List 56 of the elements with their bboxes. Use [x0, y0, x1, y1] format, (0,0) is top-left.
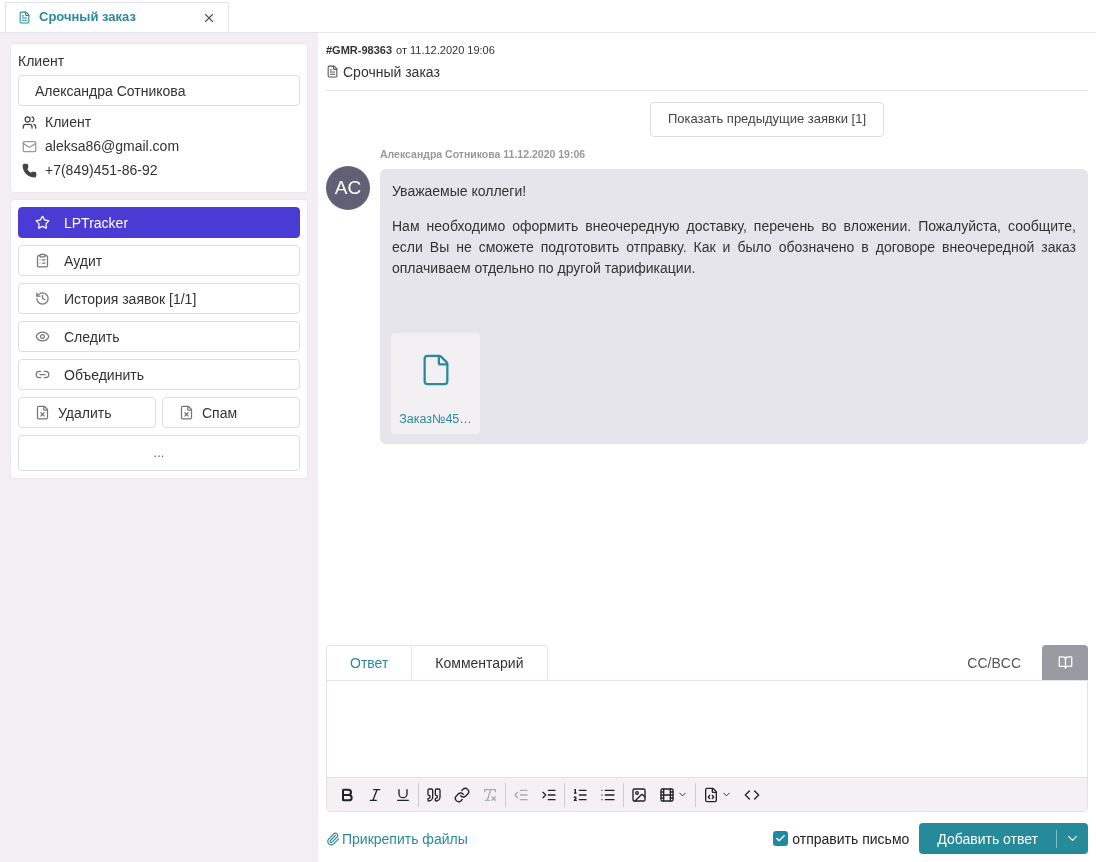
clear-format-icon	[482, 786, 498, 803]
check-icon	[775, 833, 787, 844]
add-reply-button[interactable]: Добавить ответ	[919, 829, 1057, 848]
client-name-field[interactable]: Александра Сотникова	[18, 75, 300, 106]
ordered-list-icon	[572, 786, 588, 803]
client-label: Клиент	[18, 52, 66, 71]
book-icon	[1057, 655, 1073, 670]
quote-icon	[426, 786, 442, 803]
action-button[interactable]: Аудит	[18, 245, 300, 276]
file-x-icon	[179, 405, 194, 420]
action-button[interactable]: LPTracker	[18, 207, 300, 238]
cc-bcc-link[interactable]: CC/BCC	[946, 646, 1042, 680]
send-email-checkbox[interactable]	[773, 831, 789, 846]
document-icon	[18, 11, 31, 24]
paperclip-icon	[326, 831, 340, 846]
action-button[interactable]: Следить	[18, 321, 300, 352]
ticket-subject: Срочный заказ	[343, 62, 440, 82]
eye-icon	[35, 329, 50, 344]
message-meta: Александра Сотникова 11.12.2020 19:06	[380, 146, 587, 162]
history-icon	[35, 291, 50, 306]
show-previous-button[interactable]: Показать предыдущие заявки [1]	[649, 101, 885, 137]
mail-icon	[22, 138, 37, 154]
bold-icon	[339, 786, 355, 803]
ticket-date: от 11.12.2020 19:06	[396, 43, 495, 58]
phone-icon	[22, 162, 37, 178]
action-button[interactable]: История заявок [1/1]	[18, 283, 300, 314]
ticket-number: #GMR-98363	[326, 43, 393, 58]
file-x-icon	[35, 405, 50, 420]
italic-icon	[367, 786, 383, 803]
tab-title: Срочный заказ	[39, 8, 137, 27]
message-paragraph: Нам необходимо оформить внеочередную доставку, перечень во вложении. Пожалуйста, сообщите, если Вы не сможете подготовить отправку. Как и было обозначено в договоре внеочередной заказ оплачиваем отдельно по другой тарификации.	[392, 216, 1076, 278]
client-type: Клиент	[45, 113, 92, 132]
avatar: AC	[326, 165, 370, 210]
underline-icon	[395, 786, 411, 803]
people-icon	[22, 114, 37, 130]
template-icon	[703, 786, 719, 803]
attach-files-link[interactable]: Прикрепить файлы	[326, 828, 468, 849]
document-tab[interactable]: Срочный заказ	[5, 2, 229, 32]
star-icon	[35, 215, 50, 230]
clipboard-icon	[35, 253, 50, 268]
link-icon	[454, 786, 470, 803]
message-paragraph: Уважаемые коллеги!	[392, 181, 528, 201]
client-phone: +7(849)451-86-92	[45, 161, 158, 180]
action-button[interactable]: Удалить	[18, 397, 156, 428]
attachment-card[interactable]: Заказ№45…	[391, 332, 480, 434]
image-icon	[631, 786, 647, 803]
editor-tab[interactable]: Комментарий	[412, 645, 548, 681]
editor-tab[interactable]: Ответ	[326, 645, 413, 681]
attachment-name: Заказ№45…	[399, 410, 472, 428]
video-icon	[659, 786, 675, 803]
send-email-label: отправить письмо	[792, 829, 910, 849]
more-button[interactable]: ...	[18, 435, 300, 471]
document-icon	[326, 65, 339, 79]
action-button[interactable]: Объединить	[18, 359, 300, 390]
client-email: aleksa86@gmail.com	[45, 137, 180, 156]
action-button[interactable]: Спам	[162, 397, 300, 428]
